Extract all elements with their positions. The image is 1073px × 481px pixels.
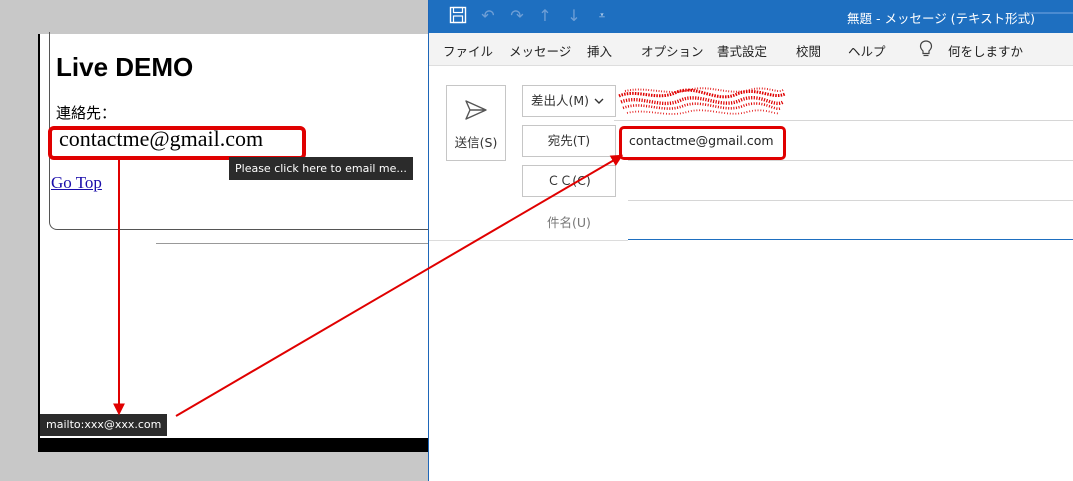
page-title: Live DEMO (56, 52, 194, 82)
menu-help[interactable]: ヘルプ (848, 41, 886, 60)
menu-review[interactable]: 校閲 (796, 41, 821, 60)
menu-message[interactable]: メッセージ (509, 41, 571, 60)
customize-icon[interactable]: ⩡ (592, 6, 612, 26)
to-button[interactable]: 宛先(T) (522, 125, 616, 157)
browser-page: Live DEMO 連絡先： contactme@gmail.com Pleas… (38, 32, 451, 452)
title-bar: ↶ ↷ ↑ ↓ ⩡ 無題 - メッセージ (テキスト形式) (429, 0, 1073, 33)
subject-field[interactable] (628, 239, 1073, 240)
from-label: 差出人(M) (531, 93, 590, 108)
subject-label: 件名(U) (547, 215, 591, 230)
undo-icon[interactable]: ↶ (478, 6, 498, 26)
to-field-line (628, 160, 1073, 161)
email-highlight-box (48, 126, 306, 160)
up-arrow-icon[interactable]: ↑ (535, 6, 555, 26)
from-field-line (614, 120, 1073, 121)
from-button[interactable]: 差出人(M) (522, 85, 616, 117)
title-strip (1029, 12, 1073, 14)
divider (156, 243, 432, 244)
window-title: 無題 - メッセージ (テキスト形式) (847, 11, 1036, 26)
chevron-down-icon (594, 98, 604, 104)
menu-file[interactable]: ファイル (443, 41, 493, 60)
status-bar-url: mailto:xxx@xxx.com (40, 414, 168, 436)
send-button[interactable]: 送信(S) (446, 85, 506, 161)
contact-label: 連絡先： (56, 104, 117, 122)
send-icon (465, 100, 487, 120)
save-icon[interactable] (448, 6, 468, 26)
browser-bottom-bar (40, 438, 432, 452)
redo-icon[interactable]: ↷ (507, 6, 527, 26)
go-top-link[interactable]: Go Top (51, 173, 102, 193)
outlook-message-window: ↶ ↷ ↑ ↓ ⩡ 無題 - メッセージ (テキスト形式) ファイル メッセージ… (428, 0, 1073, 481)
down-arrow-icon[interactable]: ↓ (564, 6, 584, 26)
cc-field[interactable] (628, 200, 1073, 201)
redacted-sender-scribble (618, 87, 786, 115)
header-separator (429, 240, 628, 241)
ribbon-menu: ファイル メッセージ 挿入 オプション 書式設定 校閲 ヘルプ 何をしますか (429, 33, 1073, 66)
menu-options[interactable]: オプション (641, 41, 704, 60)
lightbulb-icon (919, 40, 933, 57)
to-highlight-box (619, 126, 786, 160)
cc-button[interactable]: ＣＣ(C) (522, 165, 616, 197)
tell-me-search[interactable]: 何をしますか (948, 41, 1023, 60)
menu-insert[interactable]: 挿入 (587, 41, 612, 60)
send-label: 送信(S) (454, 135, 498, 150)
email-tooltip: Please click here to email me... (229, 157, 413, 180)
menu-format[interactable]: 書式設定 (717, 41, 767, 60)
